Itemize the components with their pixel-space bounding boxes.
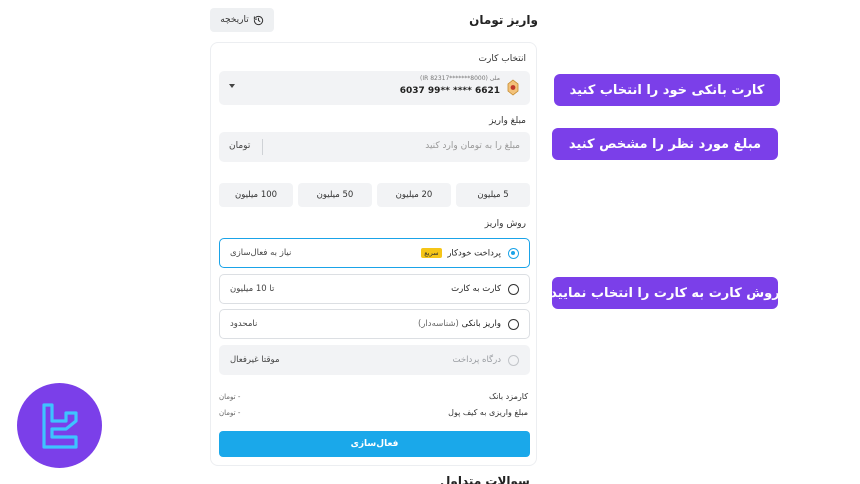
method-note: نامحدود: [230, 319, 258, 329]
quick-amount-chip[interactable]: 5 میلیون: [456, 183, 530, 207]
method-auto-payment[interactable]: پرداخت خودکار سریع نیاز به فعال‌سازی: [219, 238, 530, 268]
fee-value: - تومان: [219, 393, 241, 401]
radio-button[interactable]: [508, 284, 519, 295]
method-title: کارت به کارت: [451, 284, 501, 294]
history-button[interactable]: تاریخچه: [210, 8, 274, 32]
activate-button[interactable]: فعال‌سازی: [219, 431, 530, 457]
quick-amount-chip[interactable]: 50 میلیون: [298, 183, 372, 207]
annotation-card: کارت بانکی خود را انتخاب کنید: [554, 74, 780, 106]
annotation-amount: مبلغ مورد نظر را مشخص کنید: [552, 128, 778, 160]
fee-label: کارمزد بانک: [489, 392, 528, 401]
radio-button[interactable]: [508, 319, 519, 330]
method-title: پرداخت خودکار: [447, 248, 501, 259]
amount-placeholder: مبلغ را به تومان وارد کنید: [425, 141, 520, 151]
card-section-label: انتخاب کارت: [478, 54, 526, 64]
amount-unit: تومان: [229, 141, 251, 151]
quick-amount-chip[interactable]: 20 میلیون: [377, 183, 451, 207]
chevron-down-icon: [229, 84, 235, 88]
fast-badge: سریع: [421, 248, 442, 258]
fee-label: مبلغ واریزی به کیف پول: [448, 408, 528, 417]
method-section-label: روش واریز: [484, 219, 526, 229]
history-label: تاریخچه: [220, 15, 249, 25]
radio-button: [508, 355, 519, 366]
faq-heading: سوالات متداول: [440, 474, 530, 484]
bank-logo-icon: [507, 79, 519, 96]
method-title: واریز بانکی: [461, 319, 501, 329]
divider: [262, 139, 263, 155]
radio-button[interactable]: [508, 248, 519, 259]
method-note: تا 10 میلیون: [230, 284, 275, 294]
method-subtitle: (شناسه‌دار): [418, 319, 459, 329]
amount-section-label: مبلغ واریز: [489, 116, 526, 126]
card-iban: ملی (IR 82317*******8000): [420, 75, 500, 82]
method-payment-gateway: درگاه پرداخت موقتا غیرفعال: [219, 345, 530, 375]
method-note: نیاز به فعال‌سازی: [230, 248, 292, 258]
quick-amount-chip[interactable]: 100 میلیون: [219, 183, 293, 207]
fee-value: - تومان: [219, 409, 241, 417]
deposit-panel: انتخاب کارت ملی (IR 82317*******8000) 60…: [210, 42, 537, 466]
quick-amounts: 5 میلیون 20 میلیون 50 میلیون 100 میلیون: [219, 183, 530, 207]
annotation-method: روش کارت به کارت را انتخاب نمایید: [550, 277, 780, 309]
fee-row-bank: کارمزد بانک - تومان: [219, 392, 530, 404]
method-bank-transfer[interactable]: واریز بانکی (شناسه‌دار) نامحدود: [219, 309, 530, 339]
fee-row-wallet: مبلغ واریزی به کیف پول - تومان: [219, 408, 530, 420]
history-icon: [253, 15, 263, 25]
brand-logo-icon: [41, 402, 78, 449]
method-card-to-card[interactable]: کارت به کارت تا 10 میلیون: [219, 274, 530, 304]
brand-logo: [17, 383, 102, 468]
method-note: موقتا غیرفعال: [230, 355, 280, 365]
amount-input[interactable]: مبلغ را به تومان وارد کنید تومان: [219, 132, 530, 162]
card-select[interactable]: ملی (IR 82317*******8000) 6037 99** ****…: [219, 71, 530, 105]
page-title: واریز تومان: [469, 13, 538, 27]
card-number: 6037 99** **** 6621: [399, 86, 500, 96]
method-title: درگاه پرداخت: [452, 355, 502, 365]
